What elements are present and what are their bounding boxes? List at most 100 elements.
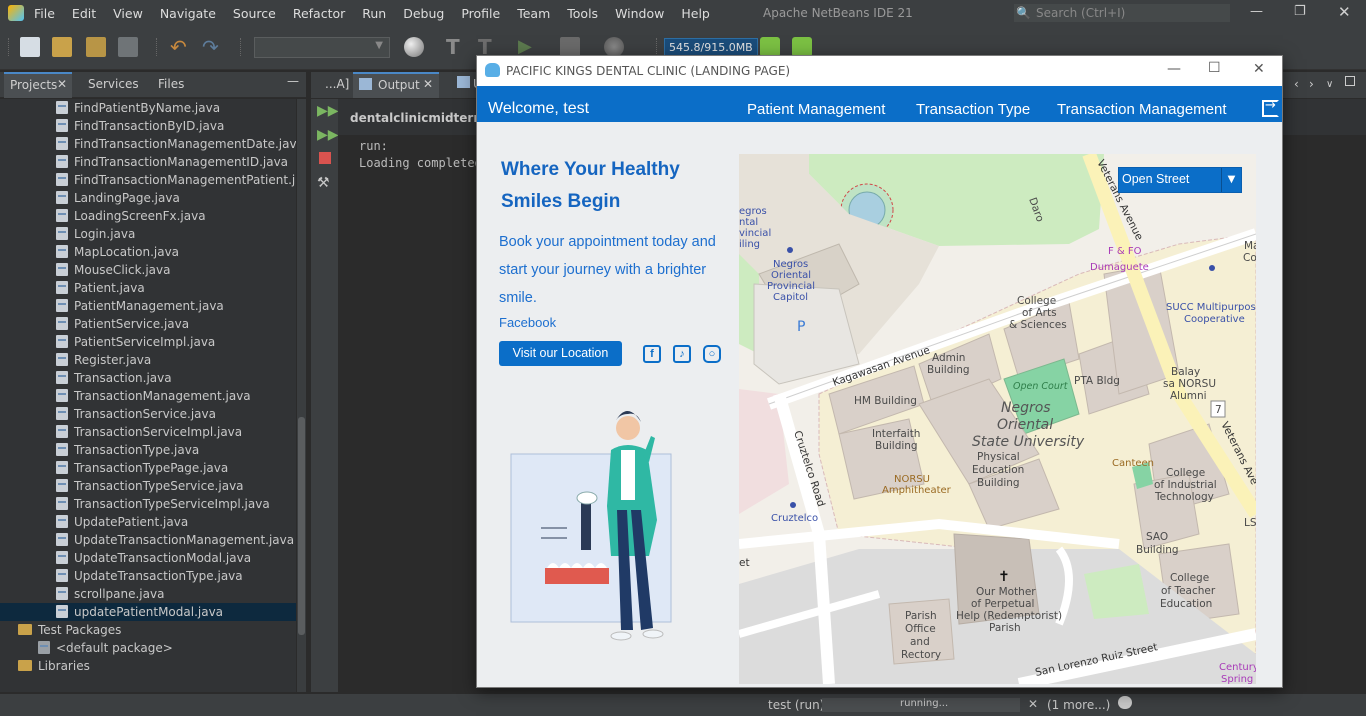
tree-node-file[interactable]: updatePatientModal.java [0, 603, 296, 621]
menu-window[interactable]: Window [615, 6, 664, 21]
tree-node-file[interactable]: Register.java [0, 351, 296, 369]
notifications-icon[interactable] [1118, 696, 1132, 709]
close-tab-icon[interactable]: ✕ [423, 77, 433, 91]
visit-location-button[interactable]: Visit our Location [499, 341, 622, 366]
tree-node-file[interactable]: Patient.java [0, 279, 296, 297]
menu-team[interactable]: Team [517, 6, 550, 21]
tree-node-file[interactable]: FindPatientByName.java [0, 99, 296, 117]
rerun-params-icon[interactable]: ▶▶ [317, 127, 339, 143]
nav-transaction-type[interactable]: Transaction Type [916, 101, 1030, 118]
close-icon[interactable]: ✕ [1253, 61, 1265, 77]
menu-tools[interactable]: Tools [567, 6, 598, 21]
close-icon[interactable]: ✕ [1338, 3, 1351, 21]
instagram-icon[interactable]: ○ [703, 345, 721, 363]
menu-edit[interactable]: Edit [72, 6, 96, 21]
map-poi-marker[interactable] [787, 247, 793, 253]
tree-node-file[interactable]: PatientService.java [0, 315, 296, 333]
search-input[interactable]: 🔍 Search (Ctrl+I) [1014, 4, 1230, 22]
tree-node-file[interactable]: LoadingScreenFx.java [0, 207, 296, 225]
close-tab-icon[interactable]: ✕ [57, 77, 67, 91]
menu-help[interactable]: Help [681, 6, 710, 21]
tree-node-file[interactable]: TransactionType.java [0, 441, 296, 459]
tree-node-file[interactable]: UpdateTransactionModal.java [0, 549, 296, 567]
map-canvas[interactable]: Kagawasan Avenue Veterans Avenue Veteran… [739, 154, 1256, 684]
restore-icon[interactable]: ❐ [1294, 4, 1306, 19]
menu-navigate[interactable]: Navigate [160, 6, 216, 21]
tab-services[interactable]: Services [88, 77, 139, 91]
facebook-icon[interactable]: f [643, 345, 661, 363]
map-style-select[interactable]: Open Street ▼ [1118, 167, 1242, 193]
tree-node-file[interactable]: Login.java [0, 225, 296, 243]
tree-node-test-packages[interactable]: Test Packages [0, 621, 296, 639]
undo-icon[interactable]: ↶ [170, 37, 190, 57]
menu-source[interactable]: Source [233, 6, 276, 21]
tree-node-default-package[interactable]: <default package> [0, 639, 296, 657]
tree-node-file[interactable]: Transaction.java [0, 369, 296, 387]
maximize-panel-icon[interactable] [1345, 76, 1355, 86]
menu-debug[interactable]: Debug [403, 6, 444, 21]
redo-icon[interactable]: ↷ [202, 37, 222, 57]
tiktok-icon[interactable]: ♪ [673, 345, 691, 363]
new-project-icon[interactable] [52, 37, 72, 57]
tab-files[interactable]: Files [158, 77, 184, 91]
tree-node-file[interactable]: FindTransactionManagementDate.java [0, 135, 296, 153]
tree-node-file[interactable]: TransactionTypePage.java [0, 459, 296, 477]
nav-patient-management[interactable]: Patient Management [747, 101, 885, 118]
facebook-link[interactable]: Facebook [499, 315, 556, 330]
cancel-task-icon[interactable]: ✕ [1028, 697, 1038, 711]
menu-run[interactable]: Run [362, 6, 386, 21]
rerun-icon[interactable]: ▶▶ [317, 103, 339, 119]
logout-icon[interactable] [1262, 98, 1279, 117]
scroll-right-icon[interactable]: › [1309, 77, 1314, 91]
memory-indicator[interactable]: 545.8/915.0MB [664, 38, 758, 56]
tree-node-file[interactable]: UpdateTransactionType.java [0, 567, 296, 585]
more-tasks-link[interactable]: (1 more...) [1047, 698, 1110, 712]
minimize-icon[interactable]: — [1250, 4, 1263, 19]
open-project-icon[interactable] [86, 37, 106, 57]
menu-profile[interactable]: Profile [461, 6, 500, 21]
map-poi-marker[interactable] [1209, 265, 1215, 271]
tab-projects[interactable]: Projects ✕ [4, 72, 72, 98]
scrollbar-thumb[interactable] [298, 417, 305, 635]
tree-node-file[interactable]: PatientManagement.java [0, 297, 296, 315]
debug-icon[interactable] [560, 37, 580, 57]
tree-node-file[interactable]: TransactionService.java [0, 405, 296, 423]
save-all-icon[interactable] [118, 37, 138, 57]
minimize-panel-icon[interactable]: — [287, 74, 299, 88]
nav-transaction-management[interactable]: Transaction Management [1057, 101, 1227, 118]
new-file-icon[interactable] [20, 37, 40, 57]
configuration-select[interactable]: ▼ [254, 37, 390, 58]
maximize-icon[interactable]: ☐ [1208, 60, 1221, 76]
tree-node-libraries[interactable]: Libraries [0, 657, 296, 675]
menu-file[interactable]: File [34, 6, 55, 21]
chevron-down-icon[interactable]: ∨ [1326, 79, 1333, 90]
tree-node-file[interactable]: TransactionServiceImpl.java [0, 423, 296, 441]
stop-icon[interactable] [319, 152, 331, 164]
tab-editor-a[interactable]: ...A] [325, 77, 349, 91]
clean-build-icon[interactable]: T [478, 37, 498, 57]
gc-profile-icon[interactable] [792, 37, 812, 57]
tree-node-file[interactable]: TransactionManagement.java [0, 387, 296, 405]
chevron-down-icon[interactable]: ▼ [1221, 168, 1241, 192]
run-icon[interactable]: ▶ [518, 37, 538, 57]
tree-node-file[interactable]: PatientServiceImpl.java [0, 333, 296, 351]
tree-node-file[interactable]: LandingPage.java [0, 189, 296, 207]
location-map[interactable]: Kagawasan Avenue Veterans Avenue Veteran… [739, 154, 1256, 684]
tree-node-file[interactable]: UpdateTransactionManagement.java [0, 531, 296, 549]
build-hammer-icon[interactable]: T [446, 37, 466, 57]
tree-node-file[interactable]: TransactionTypeService.java [0, 477, 296, 495]
minimize-icon[interactable]: — [1167, 61, 1181, 77]
tab-output[interactable]: Output ✕ [353, 72, 439, 98]
project-tree-scrollbar[interactable] [297, 99, 306, 692]
globe-icon[interactable] [404, 37, 424, 57]
tree-node-file[interactable]: scrollpane.java [0, 585, 296, 603]
map-poi-marker[interactable] [790, 502, 796, 508]
gc-run-icon[interactable] [760, 37, 780, 57]
menu-view[interactable]: View [113, 6, 143, 21]
tree-node-file[interactable]: FindTransactionManagementPatient.java [0, 171, 296, 189]
tree-node-file[interactable]: UpdatePatient.java [0, 513, 296, 531]
profile-icon[interactable] [604, 37, 624, 57]
menu-refactor[interactable]: Refactor [293, 6, 345, 21]
tree-node-file[interactable]: FindTransactionManagementID.java [0, 153, 296, 171]
tree-node-file[interactable]: FindTransactionByID.java [0, 117, 296, 135]
